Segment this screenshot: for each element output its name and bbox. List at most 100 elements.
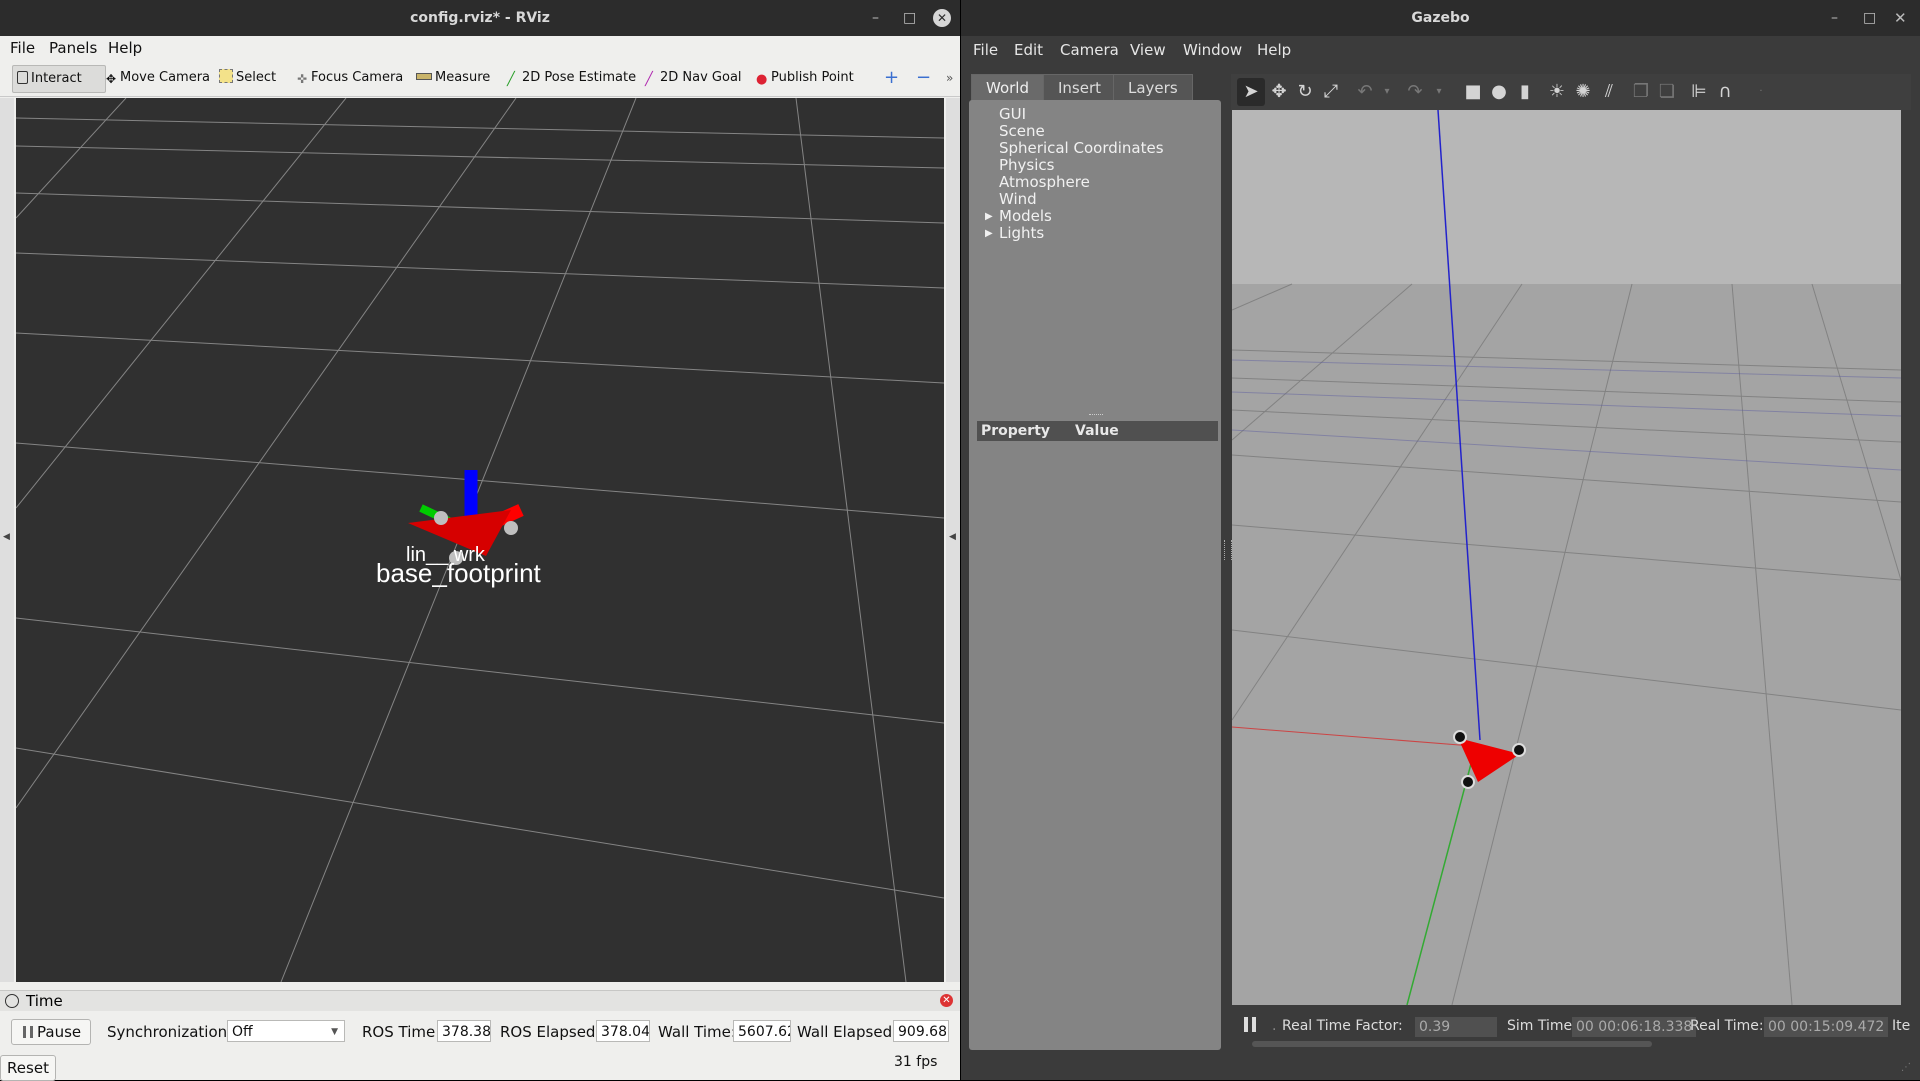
gz-menu-help[interactable]: Help <box>1257 36 1291 64</box>
tab-world[interactable]: World <box>971 74 1044 101</box>
tool-interact[interactable]: Interact <box>12 65 106 93</box>
panel-splitter[interactable] <box>1224 540 1232 560</box>
tool-focus-camera[interactable]: ✜ Focus Camera <box>292 65 407 91</box>
wheel-marker <box>434 511 448 525</box>
horizontal-scrollbar[interactable] <box>1252 1041 1652 1047</box>
tool-2d-pose-estimate[interactable]: ╱ 2D Pose Estimate <box>503 65 640 91</box>
rviz-toolbar: Interact ✥ Move Camera Select ✜ Focus Came… <box>0 60 960 97</box>
overflow-chevron-icon[interactable]: » <box>942 65 957 91</box>
splitter-handle[interactable] <box>1089 414 1103 417</box>
gz-menu-file[interactable]: File <box>973 36 998 64</box>
gazebo-3d-view[interactable] <box>1232 110 1901 1005</box>
tool-select[interactable]: Select <box>215 65 280 91</box>
wall-time-label: Wall Time: <box>658 1023 736 1041</box>
point-light-icon[interactable]: ☀ <box>1547 82 1567 102</box>
tool-2d-nav-goal[interactable]: ╱ 2D Nav Goal <box>641 65 746 91</box>
sync-label: Synchronization: <box>107 1023 233 1041</box>
menu-panels[interactable]: Panels <box>49 36 97 60</box>
pointer-icon[interactable]: ➤ <box>1241 82 1261 102</box>
cylinder-shape-icon[interactable]: ▮ <box>1515 82 1535 102</box>
rotate-icon[interactable]: ↻ <box>1295 82 1315 102</box>
tree-item-lights[interactable]: Lights <box>999 225 1044 242</box>
resize-grip-icon[interactable]: ⋰ <box>1901 1062 1911 1073</box>
redo-history-icon[interactable]: ▾ <box>1429 82 1449 102</box>
align-icon[interactable]: ⊫ <box>1689 82 1709 102</box>
reset-button[interactable]: Reset <box>0 1055 56 1081</box>
frame-label: base_footprint <box>376 558 541 588</box>
ros-elapsed-value: 378.04 <box>596 1020 650 1042</box>
minimize-icon[interactable]: – <box>1831 0 1838 36</box>
right-dock-handle[interactable]: ◀ <box>946 98 960 982</box>
scale-icon[interactable]: ⤢ <box>1321 82 1341 102</box>
close-icon[interactable]: ✕ <box>933 9 951 27</box>
menu-help[interactable]: Help <box>108 36 142 60</box>
sync-select[interactable]: Off ▼ <box>227 1020 345 1042</box>
world-panel: GUI Scene Spherical Coordinates Physics … <box>969 100 1221 1050</box>
focus-icon: ✜ <box>296 72 308 86</box>
tree-item-wind[interactable]: Wind <box>999 191 1037 208</box>
maximize-icon[interactable]: □ <box>903 0 916 36</box>
snap-icon[interactable]: ∩ <box>1715 82 1735 102</box>
rtf-label: Real Time Factor: <box>1282 1018 1403 1034</box>
redo-icon[interactable]: ↷ <box>1405 82 1425 102</box>
undo-icon[interactable]: ↶ <box>1355 82 1375 102</box>
maximize-icon[interactable]: □ <box>1863 0 1876 36</box>
tree-item-physics[interactable]: Physics <box>999 157 1054 174</box>
close-panel-icon[interactable]: ✕ <box>940 994 953 1007</box>
toolbar-more-icon[interactable]: · <box>1751 82 1771 102</box>
expand-lights-icon[interactable]: ▶ <box>985 225 993 242</box>
time-panel: Pause Synchronization: Off ▼ ROS Time: 3… <box>0 1011 960 1081</box>
select-icon <box>219 69 233 83</box>
undo-history-icon[interactable]: ▾ <box>1377 82 1397 102</box>
step-dot: . <box>1272 1018 1277 1034</box>
ros-time-value: 378.38 <box>437 1020 491 1042</box>
spot-light-icon[interactable]: ✺ <box>1573 82 1593 102</box>
tab-layers[interactable]: Layers <box>1113 74 1193 101</box>
tab-insert[interactable]: Insert <box>1043 74 1117 101</box>
purple-arrow-icon: ╱ <box>645 72 653 87</box>
rviz-3d-view[interactable]: lin__ wrk base_footprint <box>15 97 945 983</box>
rviz-menubar: File Panels Help <box>0 36 960 60</box>
paste-icon[interactable]: ❏ <box>1657 82 1677 102</box>
copy-icon[interactable]: ❐ <box>1631 82 1651 102</box>
left-dock-handle[interactable]: ◀ <box>0 98 14 982</box>
property-table-header: Property Value <box>977 421 1218 441</box>
property-column-header: Property <box>981 423 1051 439</box>
minimize-icon[interactable]: – <box>872 0 879 36</box>
directional-light-icon[interactable]: ⫽ <box>1599 82 1619 102</box>
expand-models-icon[interactable]: ▶ <box>985 208 993 225</box>
pause-button[interactable]: Pause <box>11 1019 91 1045</box>
gazebo-toolbar: ➤ ✥ ↻ ⤢ ↶ ▾ ↷ ▾ ■ ● ▮ ☀ ✺ ⫽ ❐ ❏ ⊫ ∩ · <box>1231 74 1911 110</box>
translate-icon[interactable]: ✥ <box>1269 82 1289 102</box>
tree-item-scene[interactable]: Scene <box>999 123 1045 140</box>
remove-tool-icon[interactable]: − <box>912 65 935 91</box>
add-tool-icon[interactable]: + <box>880 65 903 91</box>
map-pin-icon: ● <box>756 72 768 87</box>
sphere-shape-icon[interactable]: ● <box>1489 82 1509 102</box>
tree-item-spherical-coordinates[interactable]: Spherical Coordinates <box>999 140 1164 157</box>
gz-menu-window[interactable]: Window <box>1183 36 1242 64</box>
gazebo-title: Gazebo <box>961 0 1920 36</box>
wall-time-value: 5607.62 <box>733 1020 791 1042</box>
tree-item-gui[interactable]: GUI <box>999 106 1026 123</box>
tool-publish-point[interactable]: ● Publish Point <box>752 65 858 91</box>
clock-icon <box>5 994 19 1008</box>
box-shape-icon[interactable]: ■ <box>1463 82 1483 102</box>
pause-sim-icon[interactable] <box>1244 1017 1256 1032</box>
menu-file[interactable]: File <box>10 36 35 60</box>
close-icon[interactable]: ✕ <box>1894 0 1907 36</box>
tool-move-camera[interactable]: ✥ Move Camera <box>101 65 214 91</box>
pause-icon <box>23 1026 33 1038</box>
gz-menu-camera[interactable]: Camera <box>1060 36 1119 64</box>
gz-menu-edit[interactable]: Edit <box>1014 36 1043 64</box>
gz-menu-view[interactable]: View <box>1130 36 1166 64</box>
rviz-title: config.rviz* - RViz <box>0 0 960 36</box>
tool-measure[interactable]: Measure <box>412 65 494 91</box>
time-panel-header: Time ✕ <box>0 990 960 1011</box>
tree-item-atmosphere[interactable]: Atmosphere <box>999 174 1090 191</box>
gazebo-window: Gazebo – □ ✕ File Edit Camera View Windo… <box>961 0 1920 1080</box>
green-arrow-icon: ╱ <box>507 72 515 87</box>
tree-item-models[interactable]: Models <box>999 208 1052 225</box>
hand-icon <box>17 71 28 84</box>
wheel-marker <box>504 521 518 535</box>
